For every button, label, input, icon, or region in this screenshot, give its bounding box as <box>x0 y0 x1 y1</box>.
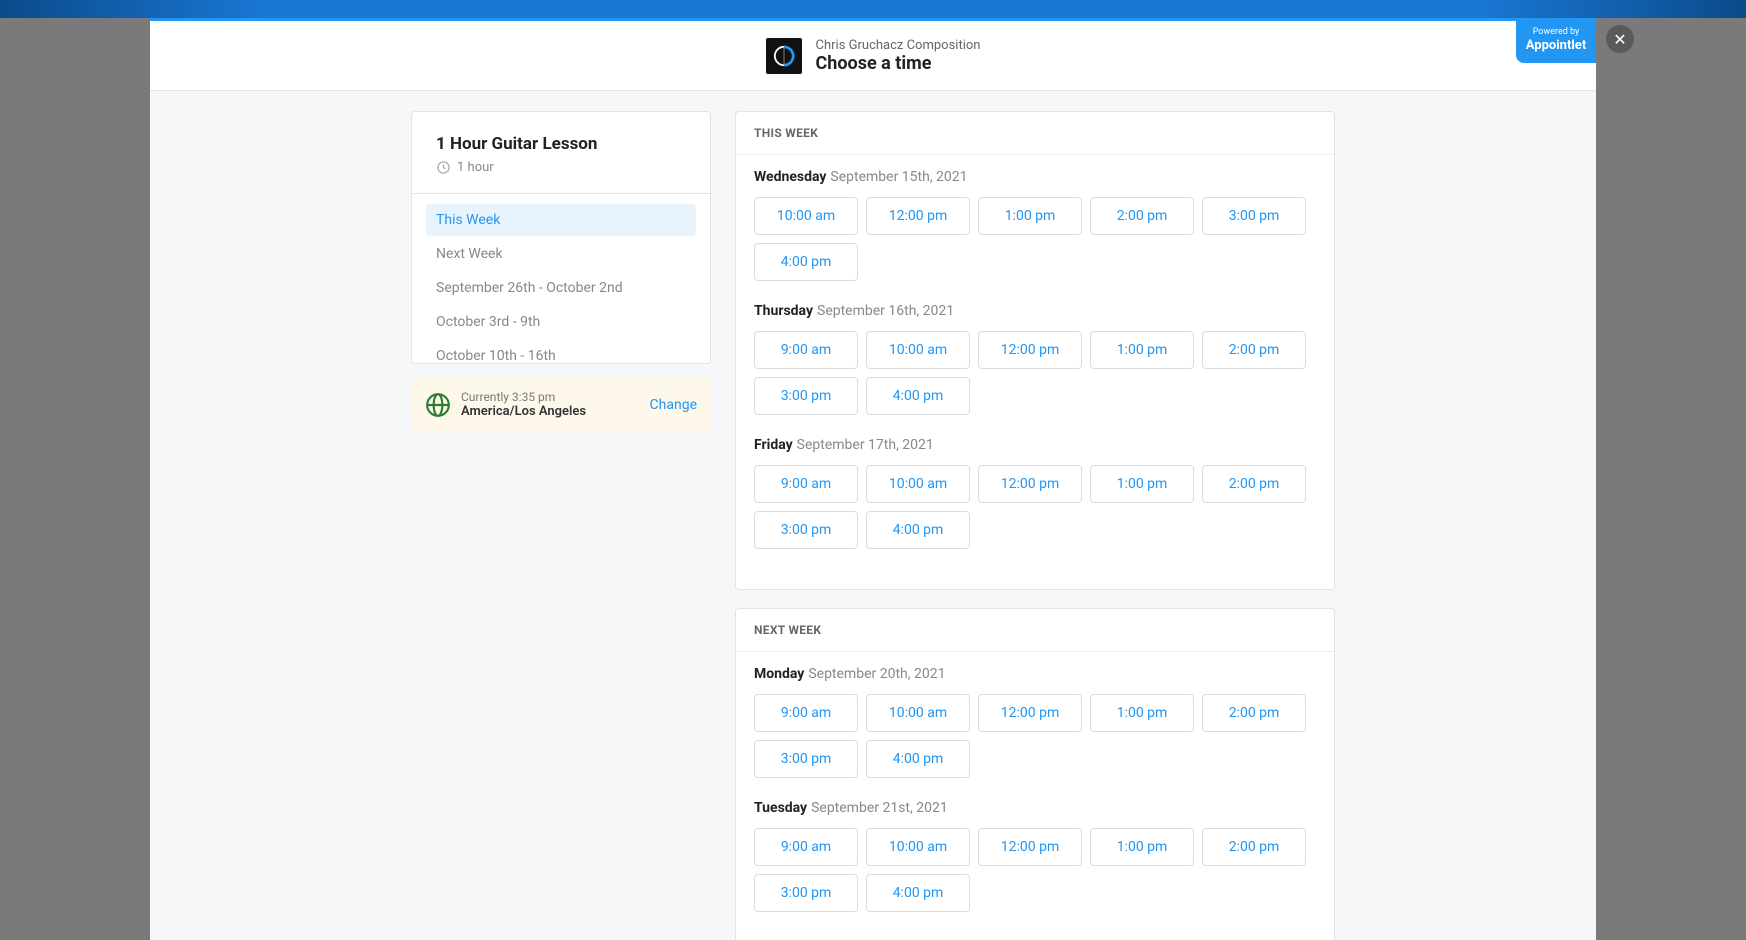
slot-row: 9:00 am10:00 am12:00 pm1:00 pm2:00 pm 3:0… <box>754 694 1316 778</box>
day-of-week: Friday <box>754 437 793 453</box>
time-slot[interactable]: 1:00 pm <box>978 197 1082 235</box>
day-label: WednesdaySeptember 15th, 2021 <box>754 169 1316 185</box>
time-slot[interactable]: 2:00 pm <box>1202 694 1306 732</box>
week-item[interactable]: This Week <box>426 204 696 236</box>
availability-section: THIS WEEK WednesdaySeptember 15th, 2021 10… <box>735 111 1335 590</box>
time-slot[interactable]: 4:00 pm <box>754 243 858 281</box>
current-time: Currently 3:35 pm <box>461 390 640 404</box>
meeting-header: 1 Hour Guitar Lesson 1 hour <box>412 112 710 193</box>
week-item[interactable]: September 26th - October 2nd <box>426 272 696 304</box>
time-slot[interactable]: 12:00 pm <box>978 694 1082 732</box>
time-slot[interactable]: 9:00 am <box>754 331 858 369</box>
day-of-week: Wednesday <box>754 169 826 185</box>
day-date: September 17th, 2021 <box>797 437 934 453</box>
time-slot[interactable]: 12:00 pm <box>978 465 1082 503</box>
time-slot[interactable]: 10:00 am <box>866 465 970 503</box>
time-slot[interactable]: 1:00 pm <box>1090 465 1194 503</box>
timezone-name: America/Los Angeles <box>461 404 640 419</box>
meeting-card: 1 Hour Guitar Lesson 1 hour This WeekNex… <box>411 111 711 364</box>
section-header: NEXT WEEK <box>736 609 1334 652</box>
time-slot[interactable]: 12:00 pm <box>978 331 1082 369</box>
day-of-week: Monday <box>754 666 804 682</box>
window-top-bar <box>0 0 1746 18</box>
time-slot[interactable]: 3:00 pm <box>1202 197 1306 235</box>
time-slot[interactable]: 4:00 pm <box>866 377 970 415</box>
time-slot[interactable]: 10:00 am <box>754 197 858 235</box>
time-slot[interactable]: 2:00 pm <box>1090 197 1194 235</box>
timezone-text: Currently 3:35 pm America/Los Angeles <box>461 390 640 419</box>
time-slot[interactable]: 9:00 am <box>754 694 858 732</box>
logo-icon <box>773 45 795 67</box>
close-button[interactable]: ✕ <box>1606 25 1634 53</box>
time-slot[interactable]: 12:00 pm <box>866 197 970 235</box>
time-slot[interactable]: 4:00 pm <box>866 874 970 912</box>
slot-row: 9:00 am10:00 am12:00 pm1:00 pm2:00 pm 3:0… <box>754 828 1316 912</box>
timezone-card: Currently 3:35 pm America/Los Angeles Ch… <box>411 378 711 431</box>
time-slot[interactable]: 9:00 am <box>754 465 858 503</box>
time-slot[interactable]: 3:00 pm <box>754 874 858 912</box>
time-slot[interactable]: 1:00 pm <box>1090 331 1194 369</box>
week-item[interactable]: October 3rd - 9th <box>426 306 696 338</box>
brand-name: Appointlet <box>1516 38 1596 54</box>
content-scroll[interactable]: 1 Hour Guitar Lesson 1 hour This WeekNex… <box>150 91 1596 940</box>
section-header: THIS WEEK <box>736 112 1334 155</box>
header-text: Chris Gruchacz Composition Choose a time <box>816 38 981 74</box>
time-slot[interactable]: 4:00 pm <box>866 511 970 549</box>
time-slot[interactable]: 10:00 am <box>866 331 970 369</box>
clock-icon <box>436 160 451 175</box>
time-slot[interactable]: 3:00 pm <box>754 511 858 549</box>
sidebar: 1 Hour Guitar Lesson 1 hour This WeekNex… <box>411 111 711 920</box>
section-body: WednesdaySeptember 15th, 202110:00 am12:… <box>736 155 1334 589</box>
time-slot[interactable]: 2:00 pm <box>1202 465 1306 503</box>
day-of-week: Thursday <box>754 303 813 319</box>
day-label: TuesdaySeptember 21st, 2021 <box>754 800 1316 816</box>
day-label: FridaySeptember 17th, 2021 <box>754 437 1316 453</box>
time-slot[interactable]: 12:00 pm <box>978 828 1082 866</box>
day-date: September 15th, 2021 <box>830 169 967 185</box>
day-date: September 20th, 2021 <box>808 666 945 682</box>
day-group: TuesdaySeptember 21st, 2021 9:00 am10:00 … <box>754 800 1316 912</box>
modal-overlay: Chris Gruchacz Composition Choose a time… <box>150 21 1596 940</box>
day-date: September 21st, 2021 <box>811 800 948 816</box>
change-timezone-link[interactable]: Change <box>650 397 697 413</box>
time-slot[interactable]: 2:00 pm <box>1202 828 1306 866</box>
organization-logo <box>766 38 802 74</box>
meeting-name: 1 Hour Guitar Lesson <box>436 134 686 154</box>
timeslots-column: THIS WEEK WednesdaySeptember 15th, 2021 10… <box>735 111 1335 920</box>
week-item[interactable]: October 10th - 16th <box>426 340 696 363</box>
modal-header: Chris Gruchacz Composition Choose a time <box>150 21 1596 91</box>
week-item[interactable]: Next Week <box>426 238 696 270</box>
availability-section: NEXT WEEK MondaySeptember 20th, 2021 9:00 … <box>735 608 1335 940</box>
time-slot[interactable]: 3:00 pm <box>754 740 858 778</box>
section-body: MondaySeptember 20th, 20219:00 am10:00 a… <box>736 652 1334 940</box>
time-slot[interactable]: 2:00 pm <box>1202 331 1306 369</box>
slot-row: 10:00 am12:00 pm1:00 pm2:00 pm3:00 pm 4:0… <box>754 197 1316 281</box>
day-label: ThursdaySeptember 16th, 2021 <box>754 303 1316 319</box>
slot-row: 9:00 am10:00 am12:00 pm1:00 pm2:00 pm 3:0… <box>754 331 1316 415</box>
week-list[interactable]: This WeekNext WeekSeptember 26th - Octob… <box>412 193 710 363</box>
day-group: MondaySeptember 20th, 2021 9:00 am10:00 a… <box>754 666 1316 778</box>
globe-icon <box>425 392 451 418</box>
duration-text: 1 hour <box>457 160 494 175</box>
organization-name: Chris Gruchacz Composition <box>816 38 981 53</box>
page-title: Choose a time <box>816 53 981 74</box>
slot-row: 9:00 am10:00 am12:00 pm1:00 pm2:00 pm 3:0… <box>754 465 1316 549</box>
day-label: MondaySeptember 20th, 2021 <box>754 666 1316 682</box>
time-slot[interactable]: 3:00 pm <box>754 377 858 415</box>
day-group: WednesdaySeptember 15th, 2021 10:00 am12:… <box>754 169 1316 281</box>
time-slot[interactable]: 10:00 am <box>866 694 970 732</box>
time-slot[interactable]: 1:00 pm <box>1090 694 1194 732</box>
day-group: FridaySeptember 17th, 2021 9:00 am10:00 a… <box>754 437 1316 549</box>
day-group: ThursdaySeptember 16th, 2021 9:00 am10:00… <box>754 303 1316 415</box>
time-slot[interactable]: 4:00 pm <box>866 740 970 778</box>
time-slot[interactable]: 10:00 am <box>866 828 970 866</box>
day-of-week: Tuesday <box>754 800 807 816</box>
powered-by-badge[interactable]: Powered by Appointlet <box>1516 21 1596 63</box>
meeting-duration: 1 hour <box>436 160 686 175</box>
time-slot[interactable]: 9:00 am <box>754 828 858 866</box>
close-icon: ✕ <box>1613 30 1626 49</box>
powered-by-text: Powered by <box>1533 27 1580 37</box>
day-date: September 16th, 2021 <box>817 303 954 319</box>
time-slot[interactable]: 1:00 pm <box>1090 828 1194 866</box>
